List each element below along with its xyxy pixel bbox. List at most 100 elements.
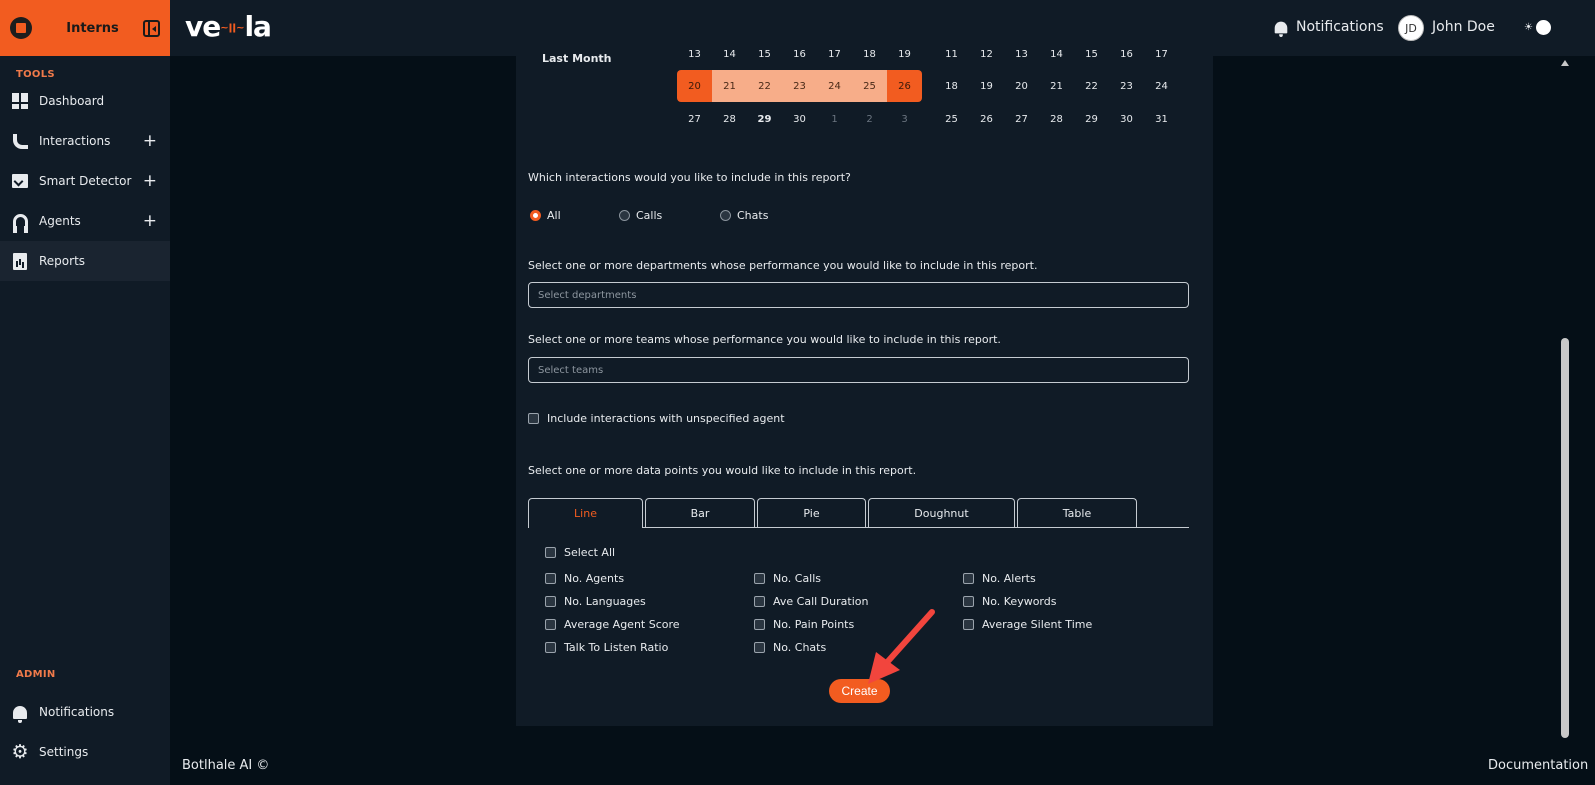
- datapoint-checkbox[interactable]: Average Agent Score: [545, 618, 680, 631]
- calendar-day[interactable]: 22: [747, 70, 782, 102]
- teams-select[interactable]: Select teams: [528, 357, 1189, 383]
- calendar-day[interactable]: 25: [934, 103, 969, 135]
- checkbox-icon: [545, 596, 556, 607]
- calendar-day[interactable]: 26: [887, 70, 922, 102]
- calendar-day[interactable]: 19: [969, 70, 1004, 102]
- select-all-checkbox[interactable]: Select All: [545, 546, 615, 559]
- calendar-day[interactable]: 16: [782, 38, 817, 70]
- sidebar-item-agents[interactable]: Agents +: [0, 201, 170, 241]
- calendar-day[interactable]: 2: [852, 103, 887, 135]
- datapoint-checkbox[interactable]: Average Silent Time: [963, 618, 1092, 631]
- expand-plus-icon[interactable]: +: [143, 131, 157, 151]
- radio-calls[interactable]: Calls: [619, 209, 662, 222]
- date-range-label[interactable]: Last Month: [542, 52, 612, 65]
- datapoint-checkbox[interactable]: No. Alerts: [963, 572, 1036, 585]
- departments-select[interactable]: Select departments: [528, 282, 1189, 308]
- unspecified-agent-checkbox[interactable]: Include interactions with unspecified ag…: [528, 412, 785, 425]
- calendar-day[interactable]: 17: [1144, 38, 1179, 70]
- sun-icon: ☀: [1524, 22, 1533, 33]
- tab-table[interactable]: Table: [1017, 498, 1137, 527]
- datapoint-checkbox[interactable]: No. Languages: [545, 595, 646, 608]
- radio-all[interactable]: All: [530, 209, 561, 222]
- calendar-day[interactable]: 26: [969, 103, 1004, 135]
- calendar-day[interactable]: 23: [1109, 70, 1144, 102]
- calendar-day[interactable]: 22: [1074, 70, 1109, 102]
- calendar-day[interactable]: 30: [1109, 103, 1144, 135]
- calendar-day[interactable]: 12: [969, 38, 1004, 70]
- calendar-day[interactable]: 20: [1004, 70, 1039, 102]
- datapoint-checkbox[interactable]: No. Agents: [545, 572, 624, 585]
- calendar-day[interactable]: 17: [817, 38, 852, 70]
- calendar-day[interactable]: 31: [1144, 103, 1179, 135]
- chart-type-tabs: Line Bar Pie Doughnut Table: [528, 498, 1189, 528]
- sidebar-item-interactions[interactable]: Interactions +: [0, 121, 170, 161]
- calendar-day[interactable]: 15: [1074, 38, 1109, 70]
- datapoint-checkbox[interactable]: Ave Call Duration: [754, 595, 868, 608]
- calendar-day[interactable]: 13: [677, 38, 712, 70]
- calendar-day[interactable]: 25: [852, 70, 887, 102]
- sidebar-item-smart-detector[interactable]: Smart Detector +: [0, 161, 170, 201]
- calendar-day[interactable]: 18: [852, 38, 887, 70]
- user-name[interactable]: John Doe: [1432, 19, 1495, 35]
- tab-line[interactable]: Line: [528, 498, 643, 528]
- expand-plus-icon[interactable]: +: [143, 171, 157, 191]
- datapoint-checkbox[interactable]: No. Chats: [754, 641, 826, 654]
- calendar-day[interactable]: 21: [1039, 70, 1074, 102]
- datapoint-checkbox[interactable]: No. Calls: [754, 572, 821, 585]
- calendar-day[interactable]: 14: [1039, 38, 1074, 70]
- expand-plus-icon[interactable]: +: [143, 211, 157, 231]
- datapoint-checkbox[interactable]: Talk To Listen Ratio: [545, 641, 668, 654]
- interactions-question: Which interactions would you like to inc…: [528, 171, 851, 184]
- datapoint-checkbox[interactable]: No. Keywords: [963, 595, 1056, 608]
- calendar-day[interactable]: 3: [887, 103, 922, 135]
- calendar-day[interactable]: 29: [1074, 103, 1109, 135]
- calendar-day[interactable]: 16: [1109, 38, 1144, 70]
- calendar-day[interactable]: 28: [1039, 103, 1074, 135]
- page-scrollbar[interactable]: [1558, 56, 1572, 738]
- datapoint-checkbox[interactable]: No. Pain Points: [754, 618, 854, 631]
- phone-icon: [11, 132, 29, 150]
- checkbox-label: No. Chats: [773, 641, 827, 654]
- sidebar-item-notifications[interactable]: Notifications: [0, 692, 170, 732]
- calendar-day[interactable]: 14: [712, 38, 747, 70]
- checkbox-label: Average Silent Time: [982, 618, 1093, 631]
- calendar-day[interactable]: 27: [1004, 103, 1039, 135]
- scroll-thumb[interactable]: [1561, 338, 1569, 738]
- tab-doughnut[interactable]: Doughnut: [868, 498, 1015, 527]
- checkbox-icon: [545, 573, 556, 584]
- avatar[interactable]: JD: [1398, 15, 1424, 41]
- radio-selected-icon: [530, 210, 541, 221]
- calendar-day[interactable]: 15: [747, 38, 782, 70]
- calendar-day[interactable]: 24: [817, 70, 852, 102]
- calendar-day[interactable]: 1: [817, 103, 852, 135]
- org-name[interactable]: Interns: [42, 21, 143, 36]
- theme-toggle[interactable]: ☀: [1524, 20, 1551, 35]
- calendar-day[interactable]: 27: [677, 103, 712, 135]
- documentation-link[interactable]: Documentation: [1488, 758, 1588, 773]
- tab-pie[interactable]: Pie: [757, 498, 866, 527]
- sidebar-item-settings[interactable]: ⚙ Settings: [0, 732, 170, 772]
- scroll-down-icon[interactable]: [1561, 722, 1569, 728]
- calendar-day[interactable]: 13: [1004, 38, 1039, 70]
- calendar-day[interactable]: 11: [934, 38, 969, 70]
- calendar-day[interactable]: 28: [712, 103, 747, 135]
- vela-logo[interactable]: ve~ǀǀ~la: [185, 10, 272, 43]
- calendar-day[interactable]: 19: [887, 38, 922, 70]
- scroll-up-icon[interactable]: [1561, 60, 1569, 66]
- checkbox-label: Ave Call Duration: [773, 595, 869, 608]
- calendar-day[interactable]: 29: [747, 103, 782, 135]
- calendar-day[interactable]: 24: [1144, 70, 1179, 102]
- calendar-day[interactable]: 18: [934, 70, 969, 102]
- calendar-day[interactable]: 20: [677, 70, 712, 102]
- notifications-button[interactable]: Notifications: [1274, 19, 1384, 37]
- datapoints-question: Select one or more data points you would…: [528, 464, 917, 477]
- sidebar-item-reports[interactable]: Reports: [0, 241, 170, 281]
- calendar-day[interactable]: 21: [712, 70, 747, 102]
- calendar-day[interactable]: 30: [782, 103, 817, 135]
- collapse-sidebar-icon[interactable]: [143, 19, 160, 37]
- radio-chats[interactable]: Chats: [720, 209, 768, 222]
- tab-bar[interactable]: Bar: [645, 498, 755, 527]
- sidebar-item-label: Notifications: [39, 705, 115, 719]
- calendar-day[interactable]: 23: [782, 70, 817, 102]
- sidebar-item-dashboard[interactable]: Dashboard: [0, 81, 170, 121]
